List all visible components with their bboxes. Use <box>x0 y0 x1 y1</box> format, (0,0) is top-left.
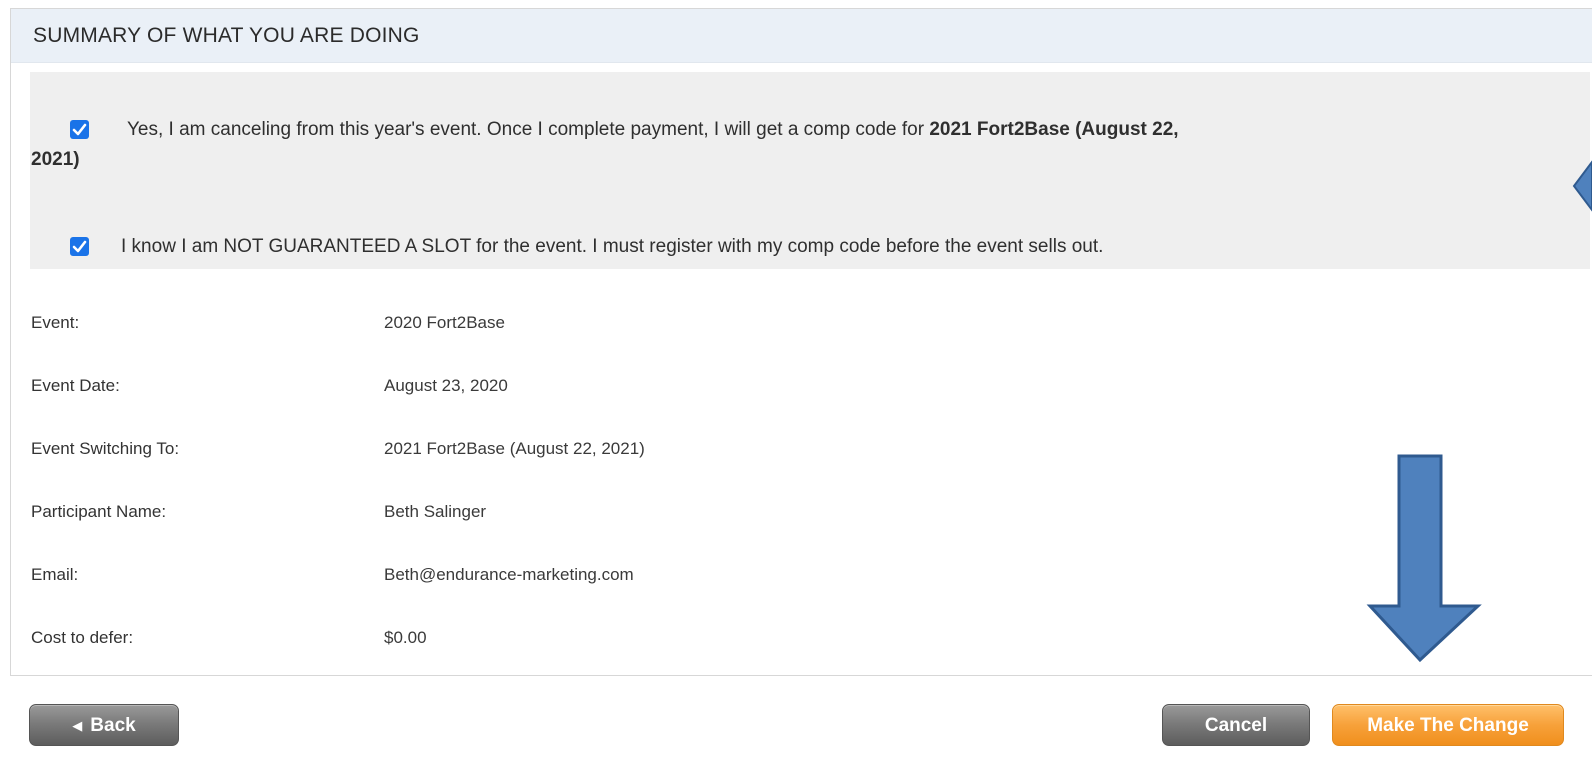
side-arrow-icon <box>1572 160 1592 212</box>
acknowledgement-box: Yes, I am canceling from this year's eve… <box>30 72 1590 269</box>
panel-header: SUMMARY OF WHAT YOU ARE DOING <box>11 9 1592 63</box>
triangle-left-icon: ◀ <box>72 718 83 733</box>
participant-value: Beth Salinger <box>384 502 487 521</box>
event-value: 2020 Fort2Base <box>384 313 505 332</box>
event-date-value: August 23, 2020 <box>384 376 508 395</box>
cancel-confirm-checkbox[interactable] <box>70 120 89 139</box>
back-button-label: Back <box>90 715 136 736</box>
make-the-change-label: Make The Change <box>1367 715 1529 736</box>
event-date-label: Event Date: <box>31 376 120 395</box>
cost-value: $0.00 <box>384 628 427 647</box>
make-the-change-button[interactable]: Make The Change <box>1332 704 1564 746</box>
participant-label: Participant Name: <box>31 502 167 521</box>
back-button[interactable]: ◀ Back <box>29 704 179 746</box>
cost-label: Cost to defer: <box>31 628 134 647</box>
cancel-confirm-line-1: Yes, I am canceling from this year's eve… <box>127 119 925 140</box>
not-guaranteed-checkbox[interactable] <box>70 237 89 256</box>
summary-panel: SUMMARY OF WHAT YOU ARE DOING Yes, I am … <box>10 8 1592 676</box>
cancel-button-label: Cancel <box>1204 715 1268 736</box>
down-arrow-icon <box>1366 454 1482 663</box>
check-icon <box>72 123 87 136</box>
cancel-confirm-line-1-bold: 2021 Fort2Base (August 22, <box>929 119 1179 140</box>
cancel-button[interactable]: Cancel <box>1162 704 1310 746</box>
email-label: Email: <box>31 565 79 584</box>
not-guaranteed-text: I know I am NOT GUARANTEED A SLOT for th… <box>121 236 1104 257</box>
page: SUMMARY OF WHAT YOU ARE DOING Yes, I am … <box>0 0 1592 760</box>
cancel-confirm-text: Yes, I am canceling from this year's eve… <box>127 117 1179 143</box>
cancel-confirm-text-wrap: 2021) <box>31 147 80 173</box>
event-label: Event: <box>31 313 80 332</box>
switching-value: 2021 Fort2Base (August 22, 2021) <box>384 439 645 458</box>
switching-label: Event Switching To: <box>31 439 180 458</box>
cancel-confirm-line-2-bold: 2021) <box>31 149 80 170</box>
email-value: Beth@endurance-marketing.com <box>384 565 634 584</box>
check-icon <box>72 240 87 253</box>
panel-title: SUMMARY OF WHAT YOU ARE DOING <box>33 24 420 47</box>
